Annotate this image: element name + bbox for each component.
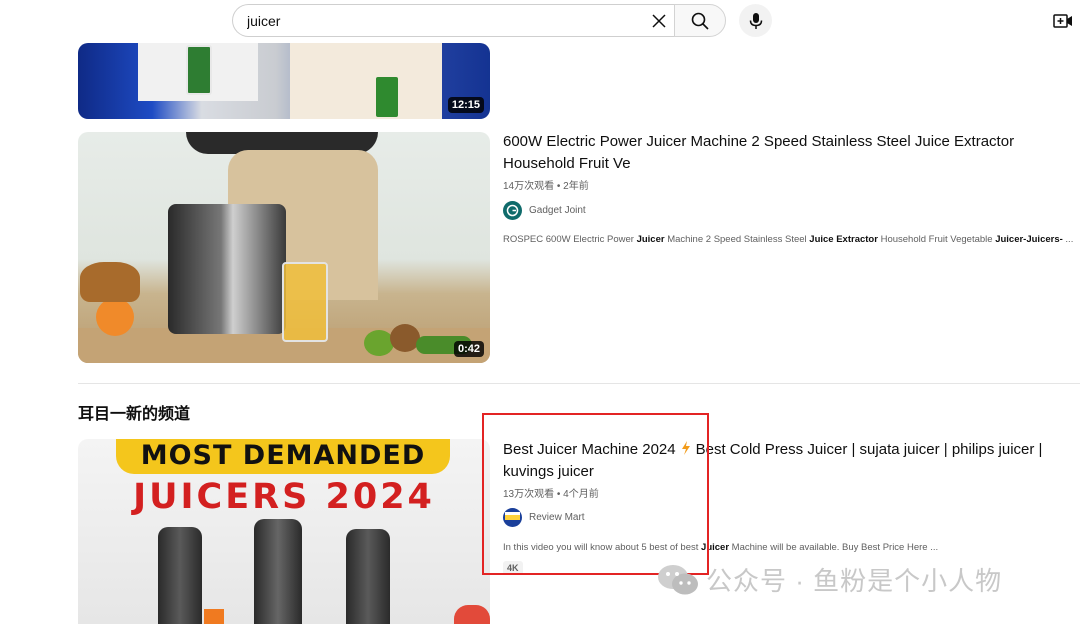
watermark-text: 公众号 · 鱼粉是个小人物	[706, 566, 1003, 596]
wechat-icon	[658, 564, 698, 594]
section-heading: 耳目一新的频道	[78, 406, 191, 423]
search-input[interactable]	[247, 11, 627, 31]
video-title[interactable]: 600W Electric Power Juicer Machine 2 Spe…	[503, 131, 1043, 175]
video-description: ROSPEC 600W Electric Power Juicer Machin…	[503, 234, 1074, 245]
video-metadata: 14万次观看 • 2年前	[503, 181, 589, 192]
video-thumbnail[interactable]: 0:42	[78, 132, 490, 363]
microphone-icon	[749, 12, 762, 29]
watermark: 公众号 · 鱼粉是个小人物	[656, 561, 1002, 598]
create-button[interactable]	[1052, 10, 1074, 32]
close-icon	[652, 14, 666, 28]
search-button[interactable]	[674, 4, 726, 37]
video-duration: 12:15	[447, 97, 484, 113]
search-box	[232, 4, 674, 37]
video-duration: 0:42	[453, 341, 484, 357]
channel-avatar[interactable]	[503, 201, 522, 220]
search-icon	[691, 12, 709, 30]
create-video-icon	[1053, 14, 1072, 28]
section-divider	[78, 383, 1080, 384]
thumbnail-text: MOST DEMANDED	[116, 439, 450, 474]
video-thumbnail[interactable]: 12:15	[78, 43, 490, 119]
annotation-highlight-box	[482, 413, 709, 575]
clear-search-button[interactable]	[646, 8, 672, 34]
channel-link[interactable]: Gadget Joint	[503, 201, 586, 220]
channel-name[interactable]: Gadget Joint	[529, 205, 586, 216]
voice-search-button[interactable]	[739, 4, 772, 37]
thumbnail-text: JUICERS 2024	[133, 477, 435, 517]
video-thumbnail[interactable]: MOST DEMANDED JUICERS 2024	[78, 439, 490, 624]
